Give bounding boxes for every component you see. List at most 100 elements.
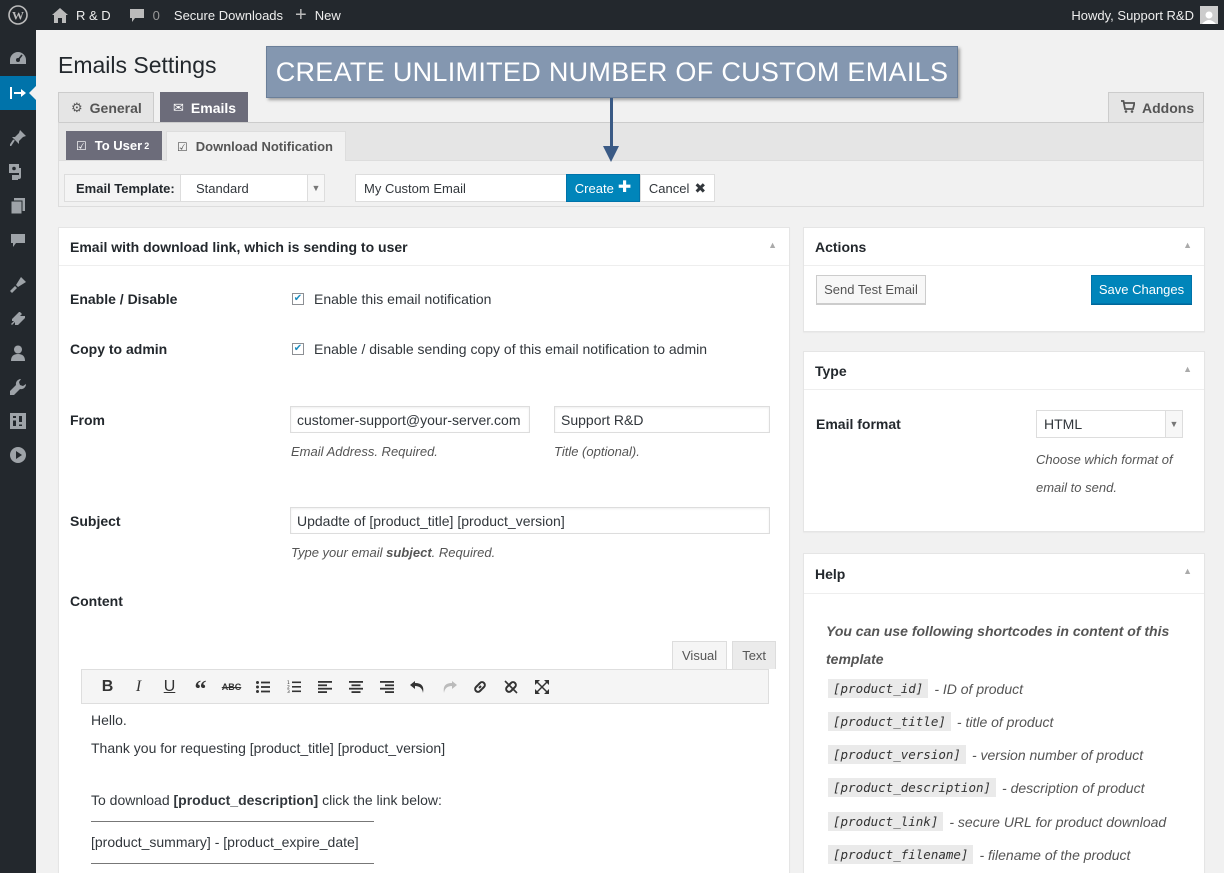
copy-to-admin-checkbox-row[interactable]: ✔ Enable / disable sending copy of this … — [292, 341, 707, 357]
email-settings-box-title: Email with download link, which is sendi… — [70, 238, 408, 255]
from-email-input[interactable] — [290, 406, 530, 433]
chevron-down-icon: ▼ — [307, 175, 324, 201]
gear-icon: ⚙ — [71, 99, 83, 115]
enable-label: Enable / Disable — [70, 291, 178, 307]
envelope-icon: ✉ — [173, 99, 184, 115]
tab-text[interactable]: Text — [732, 641, 777, 669]
email-format-value: HTML — [1044, 416, 1083, 432]
media-icon[interactable] — [0, 155, 36, 189]
secure-downloads-link[interactable]: Secure Downloads — [168, 0, 291, 30]
new-content-link[interactable]: + New — [291, 0, 349, 30]
align-center-icon[interactable] — [340, 673, 371, 701]
italic-icon[interactable]: I — [123, 673, 154, 701]
underline-icon[interactable]: U — [154, 673, 185, 701]
copy-to-admin-checkbox[interactable]: ✔ — [292, 343, 304, 355]
email-template-label: Email Template: — [64, 174, 181, 202]
send-test-email-button[interactable]: Send Test Email — [816, 275, 926, 304]
subject-input[interactable] — [290, 507, 770, 534]
svg-text:3: 3 — [287, 689, 290, 693]
comments-menu-icon[interactable] — [0, 223, 36, 257]
tab-addons-label: Addons — [1142, 99, 1195, 116]
bold-icon[interactable]: B — [92, 673, 123, 701]
my-account-link[interactable]: Howdy, Support R&D — [1063, 0, 1224, 30]
email-template-value: Standard — [196, 180, 249, 196]
enable-notification-text: Enable this email notification — [314, 291, 492, 307]
custom-email-name-input[interactable] — [355, 174, 567, 202]
email-format-select[interactable]: HTML ▼ — [1036, 410, 1183, 438]
bullet-list-icon[interactable] — [247, 673, 278, 701]
tab-addons[interactable]: Addons — [1108, 92, 1204, 122]
home-icon — [52, 7, 68, 23]
site-name-link[interactable]: R & D — [36, 0, 119, 30]
fullscreen-icon[interactable] — [526, 673, 557, 701]
email-settings-box-header[interactable]: Email with download link, which is sendi… — [59, 228, 789, 266]
collapse-arrow-icon[interactable]: ▲ — [1183, 364, 1192, 374]
howdy-text: Howdy, Support R&D — [1071, 7, 1194, 23]
subtab-download-label: Download Notification — [195, 139, 333, 154]
shortcode-description: - ID of product — [934, 680, 1024, 697]
editor-line: Thank you for requesting [product_title]… — [91, 740, 446, 756]
comments-link[interactable]: 0 — [119, 0, 168, 30]
dashboard-icon[interactable] — [0, 41, 36, 75]
site-name: R & D — [76, 7, 111, 23]
blockquote-icon[interactable]: “ — [185, 673, 216, 703]
shortcode-description: - secure URL for product download — [949, 813, 1167, 830]
create-button[interactable]: Create ✚ — [566, 174, 640, 202]
content-label: Content — [70, 593, 123, 609]
collapse-arrow-icon[interactable]: ▲ — [1183, 240, 1192, 250]
from-email-description: Email Address. Required. — [291, 444, 438, 459]
align-right-icon[interactable] — [371, 673, 402, 701]
subtab-count-badge: 2 — [144, 140, 150, 151]
checkbox-icon: ☑ — [177, 139, 188, 154]
collapse-arrow-icon[interactable]: ▲ — [768, 240, 777, 250]
align-left-icon[interactable] — [309, 673, 340, 701]
cancel-label: Cancel — [648, 180, 690, 196]
plus-icon: + — [295, 4, 307, 26]
copy-to-admin-text: Enable / disable sending copy of this em… — [314, 341, 708, 357]
email-template-select[interactable]: Standard ▼ — [180, 174, 325, 202]
plugins-icon[interactable] — [0, 302, 36, 336]
link-icon[interactable] — [464, 673, 495, 701]
undo-icon[interactable] — [402, 673, 433, 701]
editor-line: To download [product_description] click … — [91, 792, 442, 808]
strikethrough-icon[interactable]: ABC — [216, 673, 247, 701]
wordpress-logo-icon[interactable]: W — [0, 0, 36, 30]
redo-icon[interactable] — [433, 673, 464, 701]
tab-emails[interactable]: ✉ Emails — [160, 92, 248, 122]
from-title-input[interactable] — [554, 406, 770, 433]
close-icon: ✖ — [694, 179, 707, 196]
appearance-icon[interactable] — [0, 268, 36, 302]
tools-icon[interactable] — [0, 370, 36, 404]
tab-visual[interactable]: Visual — [672, 641, 728, 669]
shortcode-item: [product_title] - title of product — [828, 712, 1053, 731]
collapse-arrow-icon[interactable]: ▲ — [1183, 566, 1192, 576]
comment-icon — [129, 8, 145, 23]
unlink-icon[interactable] — [495, 673, 526, 701]
cancel-button[interactable]: Cancel ✖ — [640, 174, 715, 202]
subtab-to-user-label: To User — [94, 138, 143, 153]
numbered-list-icon[interactable]: 123 — [278, 673, 309, 701]
help-box-header[interactable]: Help ▲ — [804, 554, 1204, 594]
collapse-menu-icon[interactable] — [0, 438, 36, 472]
save-changes-button[interactable]: Save Changes — [1091, 275, 1192, 304]
avatar — [1200, 6, 1218, 24]
subtab-download-notification[interactable]: ☑ Download Notification — [166, 131, 346, 161]
shortcode-code: [product_version] — [828, 745, 966, 764]
actions-box-header[interactable]: Actions ▲ — [804, 228, 1204, 266]
subtab-to-user[interactable]: ☑ To User 2 — [66, 131, 162, 160]
subject-label: Subject — [70, 513, 121, 529]
secure-downloads-menu-icon[interactable] — [0, 76, 36, 110]
editor-content-area[interactable]: Hello. Thank you for requesting [product… — [81, 704, 769, 873]
type-box-title: Type — [815, 362, 847, 379]
enable-notification-checkbox-row[interactable]: ✔ Enable this email notification — [292, 291, 491, 307]
enable-notification-checkbox[interactable]: ✔ — [292, 293, 304, 305]
users-icon[interactable] — [0, 336, 36, 370]
type-box-header[interactable]: Type ▲ — [804, 352, 1204, 390]
type-box: Type ▲ — [803, 351, 1205, 532]
shortcode-code: [product_link] — [828, 812, 944, 831]
admin-menu — [0, 30, 36, 873]
tab-general[interactable]: ⚙ General — [58, 92, 154, 122]
pages-icon[interactable] — [0, 189, 36, 223]
settings-icon[interactable] — [0, 404, 36, 438]
pin-icon[interactable] — [0, 121, 36, 155]
